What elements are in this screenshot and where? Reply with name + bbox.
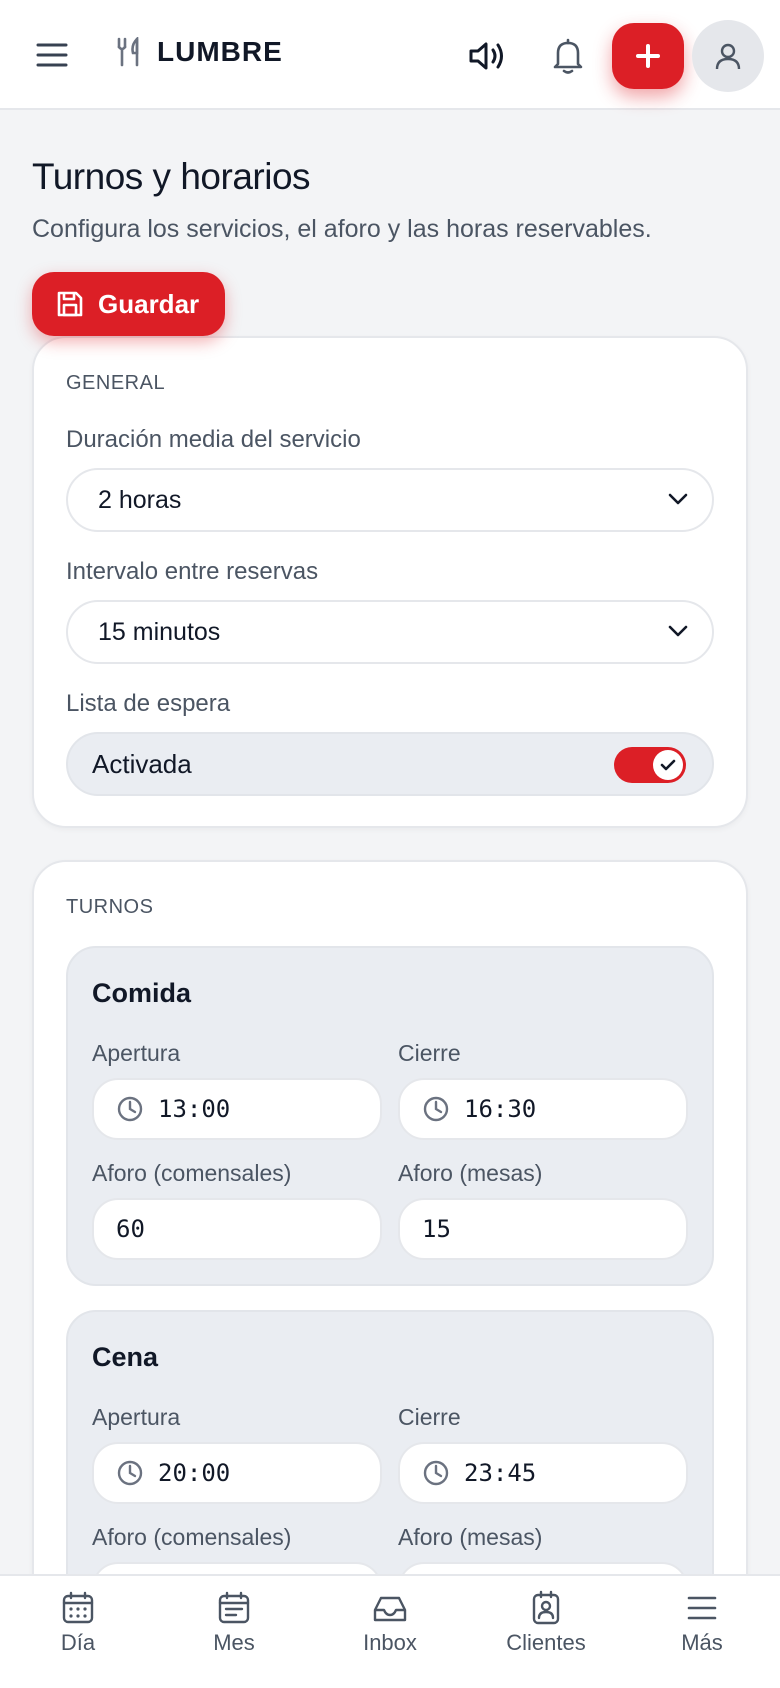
open-label: Apertura <box>92 1404 181 1430</box>
add-button[interactable] <box>612 23 684 89</box>
nav-label: Más <box>681 1630 723 1655</box>
open-label: Apertura <box>92 1040 181 1066</box>
nav-item-mas[interactable]: Más <box>624 1576 780 1688</box>
tables-label: Aforo (mesas) <box>398 1160 543 1186</box>
tables-label: Aforo (mesas) <box>398 1524 543 1550</box>
open-time-value: 20:00 <box>158 1459 231 1487</box>
menu-icon <box>36 43 68 67</box>
clock-icon <box>117 1096 143 1122</box>
duration-label: Duración media del servicio <box>66 426 361 453</box>
shift-name: Comida <box>92 978 192 1008</box>
waitlist-status: Activada <box>92 748 192 779</box>
page-subtitle: Configura los servicios, el aforo y las … <box>32 215 652 243</box>
tables-input[interactable]: 15 <box>398 1198 688 1260</box>
turnos-section-label: TURNOS <box>66 896 154 918</box>
shift-name: Cena <box>92 1342 159 1372</box>
close-time-value: 23:45 <box>464 1459 537 1487</box>
bell-icon <box>553 38 583 74</box>
close-label: Cierre <box>398 1404 461 1430</box>
waitlist-toggle[interactable] <box>614 747 686 783</box>
turnos-card: TURNOS Comida Apertura Cierre 13:00 16:3… <box>32 860 748 1688</box>
nav-item-mes[interactable]: Mes <box>156 1576 312 1688</box>
plus-icon <box>636 44 660 68</box>
waitlist-label: Lista de espera <box>66 690 231 717</box>
inbox-icon <box>373 1596 407 1622</box>
general-section-label: GENERAL <box>66 372 166 394</box>
duration-select[interactable]: 2 horas <box>66 468 714 532</box>
open-time-value: 13:00 <box>158 1095 231 1123</box>
close-time-value: 16:30 <box>464 1095 537 1123</box>
clock-icon <box>423 1096 449 1122</box>
avatar-button[interactable] <box>692 20 764 92</box>
diners-label: Aforo (comensales) <box>92 1160 292 1186</box>
utensils-icon <box>117 37 139 67</box>
open-time-input[interactable]: 20:00 <box>92 1442 382 1504</box>
page-title: Turnos y horarios <box>32 156 311 197</box>
save-label: Guardar <box>98 288 200 319</box>
duration-value: 2 horas <box>98 485 182 514</box>
calendar-month-icon <box>218 1591 250 1624</box>
toggle-knob <box>653 750 683 780</box>
interval-select[interactable]: 15 minutos <box>66 600 714 664</box>
close-label: Cierre <box>398 1040 461 1066</box>
menu-icon <box>687 1596 717 1620</box>
clock-icon <box>117 1460 143 1486</box>
brand[interactable]: LUMBRE <box>115 36 283 68</box>
tables-value: 15 <box>422 1215 451 1243</box>
nav-item-clientes[interactable]: Clientes <box>468 1576 624 1688</box>
nav-label: Clientes <box>506 1630 586 1655</box>
diners-input[interactable]: 60 <box>92 1198 382 1260</box>
check-icon <box>660 759 676 771</box>
nav-item-dia[interactable]: Día <box>0 1576 156 1688</box>
diners-label: Aforo (comensales) <box>92 1524 292 1550</box>
nav-item-inbox[interactable]: Inbox <box>312 1576 468 1688</box>
interval-value: 15 minutos <box>98 617 221 646</box>
contact-card-icon <box>532 1590 560 1625</box>
diners-value: 60 <box>116 1215 145 1243</box>
clock-icon <box>423 1460 449 1486</box>
save-button[interactable]: Guardar <box>32 272 225 336</box>
notifications-button[interactable] <box>542 30 594 82</box>
nav-label: Inbox <box>363 1630 417 1655</box>
waitlist-row: Activada <box>66 732 714 796</box>
open-time-input[interactable]: 13:00 <box>92 1078 382 1140</box>
sound-button[interactable] <box>462 30 514 82</box>
user-icon <box>715 43 741 70</box>
brand-name: LUMBRE <box>157 36 283 67</box>
shift-comida: Comida Apertura Cierre 13:00 16:30 Aforo… <box>66 946 714 1286</box>
speaker-icon <box>469 42 503 70</box>
close-time-input[interactable]: 16:30 <box>398 1078 688 1140</box>
calendar-day-icon <box>62 1591 94 1624</box>
general-card: GENERAL Duración media del servicio 2 ho… <box>32 336 748 828</box>
close-time-input[interactable]: 23:45 <box>398 1442 688 1504</box>
menu-button[interactable] <box>30 35 74 75</box>
interval-label: Intervalo entre reservas <box>66 558 319 585</box>
top-bar: LUMBRE <box>0 0 780 110</box>
nav-label: Día <box>60 1630 96 1655</box>
chevron-down-icon <box>668 625 688 637</box>
bottom-nav: Día Mes Inbox Clientes Más <box>0 1574 780 1688</box>
save-icon <box>57 291 83 317</box>
nav-label: Mes <box>213 1630 255 1655</box>
chevron-down-icon <box>668 493 688 505</box>
